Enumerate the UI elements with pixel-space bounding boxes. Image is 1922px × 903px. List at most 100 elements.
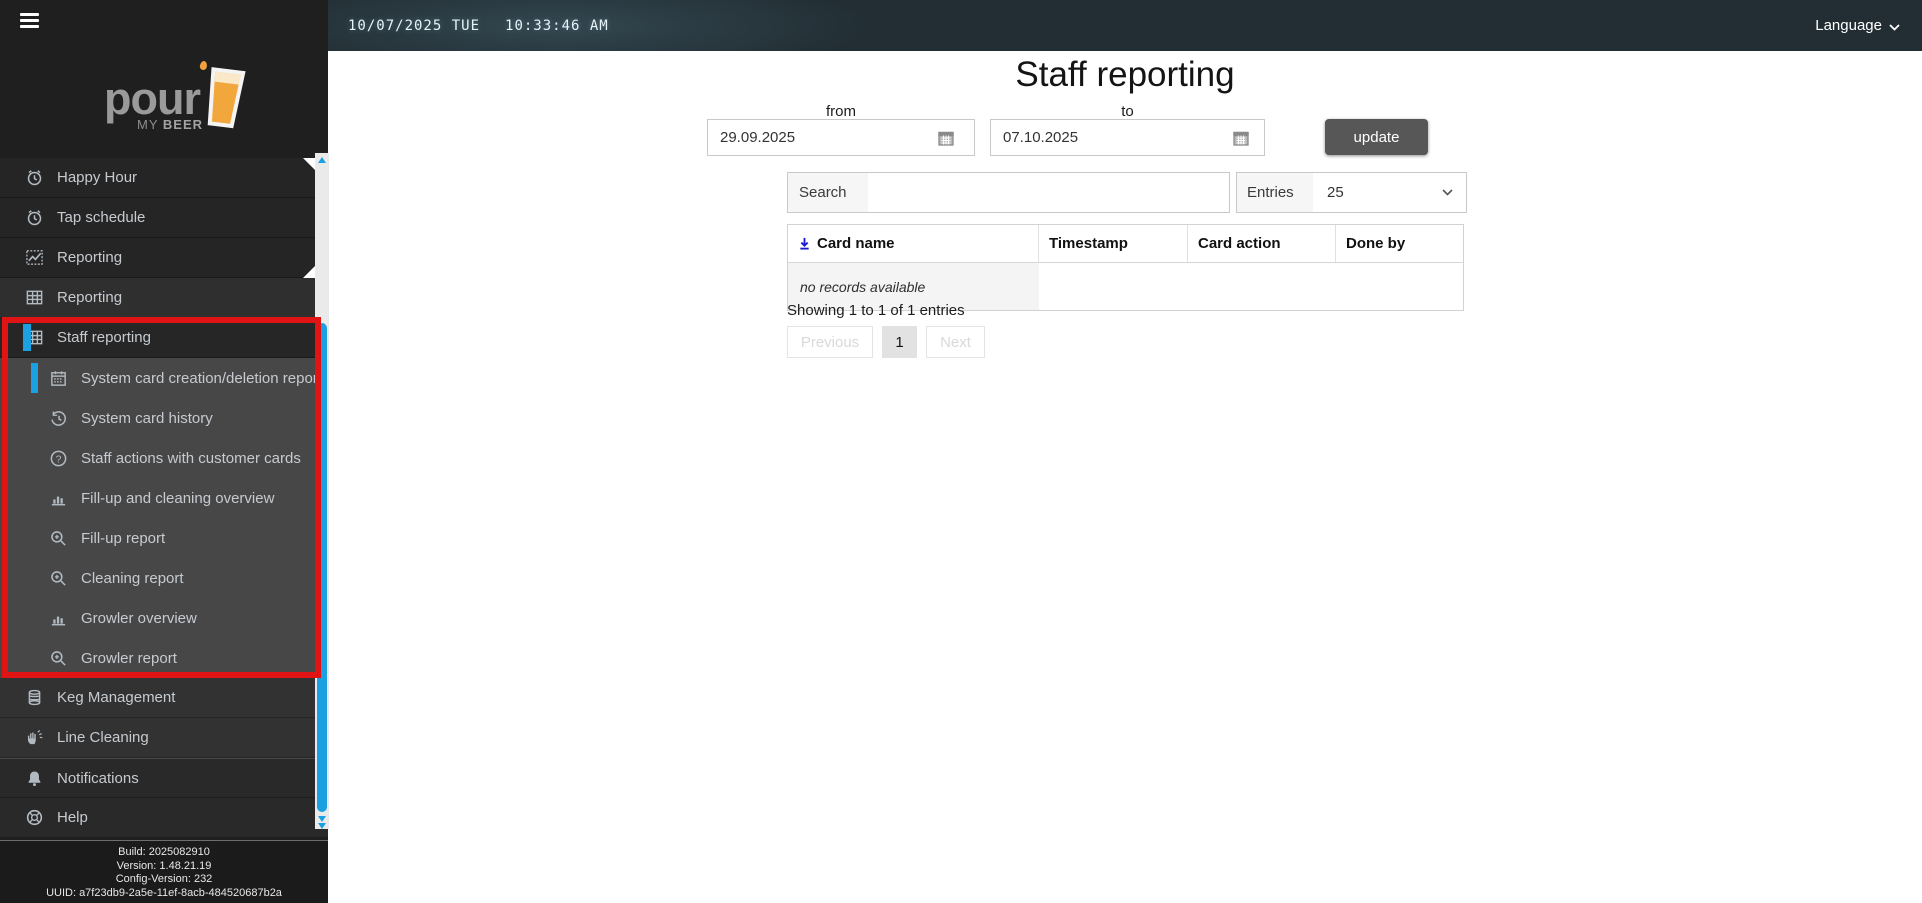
sidebar-item-reporting-sub[interactable]: Reporting [0, 278, 328, 318]
search-label: Search [788, 173, 868, 212]
sidebar-item-system-card-history[interactable]: System card history [0, 398, 328, 438]
chevron-down-icon [1889, 23, 1900, 31]
table-icon [25, 288, 44, 307]
help-circle-icon: ? [49, 449, 68, 468]
sidebar-item-label: System card creation/deletion report [81, 369, 322, 387]
update-button[interactable]: update [1325, 119, 1428, 155]
sidebar-item-label: Fill-up and cleaning overview [81, 489, 275, 507]
pagination: Previous 1 Next [787, 326, 985, 358]
alarm-clock-icon [25, 168, 44, 187]
sidebar-scrollbar[interactable] [315, 153, 329, 829]
sidebar-item-label: Help [57, 809, 88, 826]
bar-chart-icon [49, 609, 68, 628]
sidebar-item-label: Tap schedule [57, 209, 146, 226]
history-icon [49, 409, 68, 428]
clock: 10/07/2025 TUE 10:33:46 AM [348, 0, 609, 51]
line-chart-icon [25, 248, 44, 267]
sidebar-item-label: Cleaning report [81, 569, 184, 587]
active-indicator [23, 324, 31, 351]
sidebar-item-label: Keg Management [57, 689, 176, 706]
bell-icon [25, 769, 44, 788]
sidebar-item-label: System card history [81, 409, 213, 427]
magnifier-plus-icon [49, 529, 68, 548]
sidebar-item-fill-up-report[interactable]: Fill-up report [0, 518, 328, 558]
magnifier-plus-icon [49, 569, 68, 588]
bar-chart-icon [49, 489, 68, 508]
sidebar-item-happy-hour[interactable]: Happy Hour [0, 158, 328, 198]
sidebar-item-label: Line Cleaning [57, 729, 149, 746]
sidebar-item-label: Staff actions with customer cards [81, 449, 301, 467]
sidebar-item-label: Staff reporting [57, 329, 151, 346]
table-header-timestamp[interactable]: Timestamp [1039, 225, 1188, 262]
entries-label: Entries [1237, 173, 1313, 212]
from-date-input[interactable] [707, 119, 975, 156]
scrollbar-thumb[interactable] [317, 323, 327, 812]
next-page-button[interactable]: Next [926, 326, 985, 358]
previous-page-button[interactable]: Previous [787, 326, 873, 358]
language-label: Language [1815, 17, 1882, 34]
sidebar-item-line-cleaning[interactable]: Line Cleaning [0, 718, 328, 758]
pourmybeer-logo: pour MY BEER [104, 55, 254, 140]
sidebar-menu: Happy Hour Tap schedule Reporting Report… [0, 158, 328, 838]
calendar-icon[interactable] [937, 129, 955, 147]
sidebar-footer: Build: 2025082910 Version: 1.48.21.19 Co… [0, 840, 328, 903]
beer-glass-icon [207, 67, 246, 129]
sidebar-item-fill-up-and-cleaning-overview[interactable]: Fill-up and cleaning overview [0, 478, 328, 518]
top-bar: 10/07/2025 TUE 10:33:46 AM Language [328, 0, 1922, 51]
config-version-info: Config-Version: 232 [115, 873, 213, 885]
sidebar-item-reporting[interactable]: Reporting [0, 238, 328, 278]
time-text: 10:33:46 AM [505, 17, 609, 34]
sidebar-item-label: Growler report [81, 649, 177, 667]
version-info: Version: 1.48.21.19 [116, 859, 212, 872]
sidebar-item-growler-overview[interactable]: Growler overview [0, 598, 328, 638]
to-date-input[interactable] [990, 119, 1265, 156]
sidebar-item-notifications[interactable]: Notifications [0, 758, 328, 798]
sidebar-item-growler-report[interactable]: Growler report [0, 638, 328, 678]
sidebar-item-tap-schedule[interactable]: Tap schedule [0, 198, 328, 238]
sidebar-item-cleaning-report[interactable]: Cleaning report [0, 558, 328, 598]
life-ring-icon [25, 808, 44, 827]
language-dropdown[interactable]: Language [1815, 0, 1900, 51]
uuid-info: UUID: a7f23db9-2a5e-11ef-8acb-484520687b… [46, 886, 282, 899]
entries-select[interactable]: Entries 25 [1236, 172, 1467, 213]
sidebar-item-label: Notifications [57, 769, 139, 787]
search-box: Search [787, 172, 1230, 213]
calendar-icon[interactable] [1232, 129, 1250, 147]
hand-wash-icon [25, 728, 44, 747]
report-table: Card name Timestamp Card action Done by … [787, 224, 1464, 311]
sidebar-item-keg-management[interactable]: Keg Management [0, 678, 328, 718]
hamburger-menu-icon[interactable] [20, 13, 39, 31]
active-indicator [31, 363, 38, 393]
sidebar-item-label: Happy Hour [57, 169, 138, 186]
sidebar-item-staff-actions-with-customer-cards[interactable]: ? Staff actions with customer cards [0, 438, 328, 478]
sidebar: pour MY BEER Happy Hour Tap schedule Rep… [0, 0, 329, 903]
date-text: 10/07/2025 TUE [348, 17, 481, 34]
to-label: to [1121, 103, 1134, 120]
sidebar-item-help[interactable]: Help [0, 798, 328, 838]
scroll-down-arrow-icon[interactable] [318, 816, 326, 822]
search-input[interactable] [868, 173, 1229, 212]
keg-icon [25, 688, 44, 707]
sidebar-item-staff-reporting[interactable]: Staff reporting [0, 318, 328, 358]
sidebar-item-system-card-creation-deletion-report[interactable]: System card creation/deletion report [0, 358, 328, 398]
magnifier-plus-icon [49, 649, 68, 668]
table-header-done-by[interactable]: Done by [1336, 225, 1463, 262]
calendar-icon [49, 369, 68, 388]
svg-text:?: ? [56, 454, 62, 465]
logo-subtitle: MY BEER [137, 117, 204, 132]
chevron-down-icon [1442, 173, 1466, 212]
current-page-button[interactable]: 1 [882, 326, 917, 358]
scroll-down-arrow-icon[interactable] [318, 823, 326, 829]
alarm-clock-icon [25, 208, 44, 227]
table-header-row: Card name Timestamp Card action Done by [788, 225, 1463, 263]
sidebar-item-label: Reporting [57, 289, 123, 306]
page-title: Staff reporting [1015, 55, 1235, 94]
sort-descending-icon[interactable] [798, 236, 811, 251]
sidebar-item-label: Growler overview [81, 609, 197, 627]
table-header-card-name[interactable]: Card name [788, 225, 1039, 262]
from-label: from [826, 103, 856, 120]
scroll-up-arrow-icon[interactable] [318, 157, 326, 163]
sidebar-item-label: Fill-up report [81, 529, 166, 547]
build-info: Build: 2025082910 [118, 846, 210, 858]
table-header-card-action[interactable]: Card action [1188, 225, 1336, 262]
